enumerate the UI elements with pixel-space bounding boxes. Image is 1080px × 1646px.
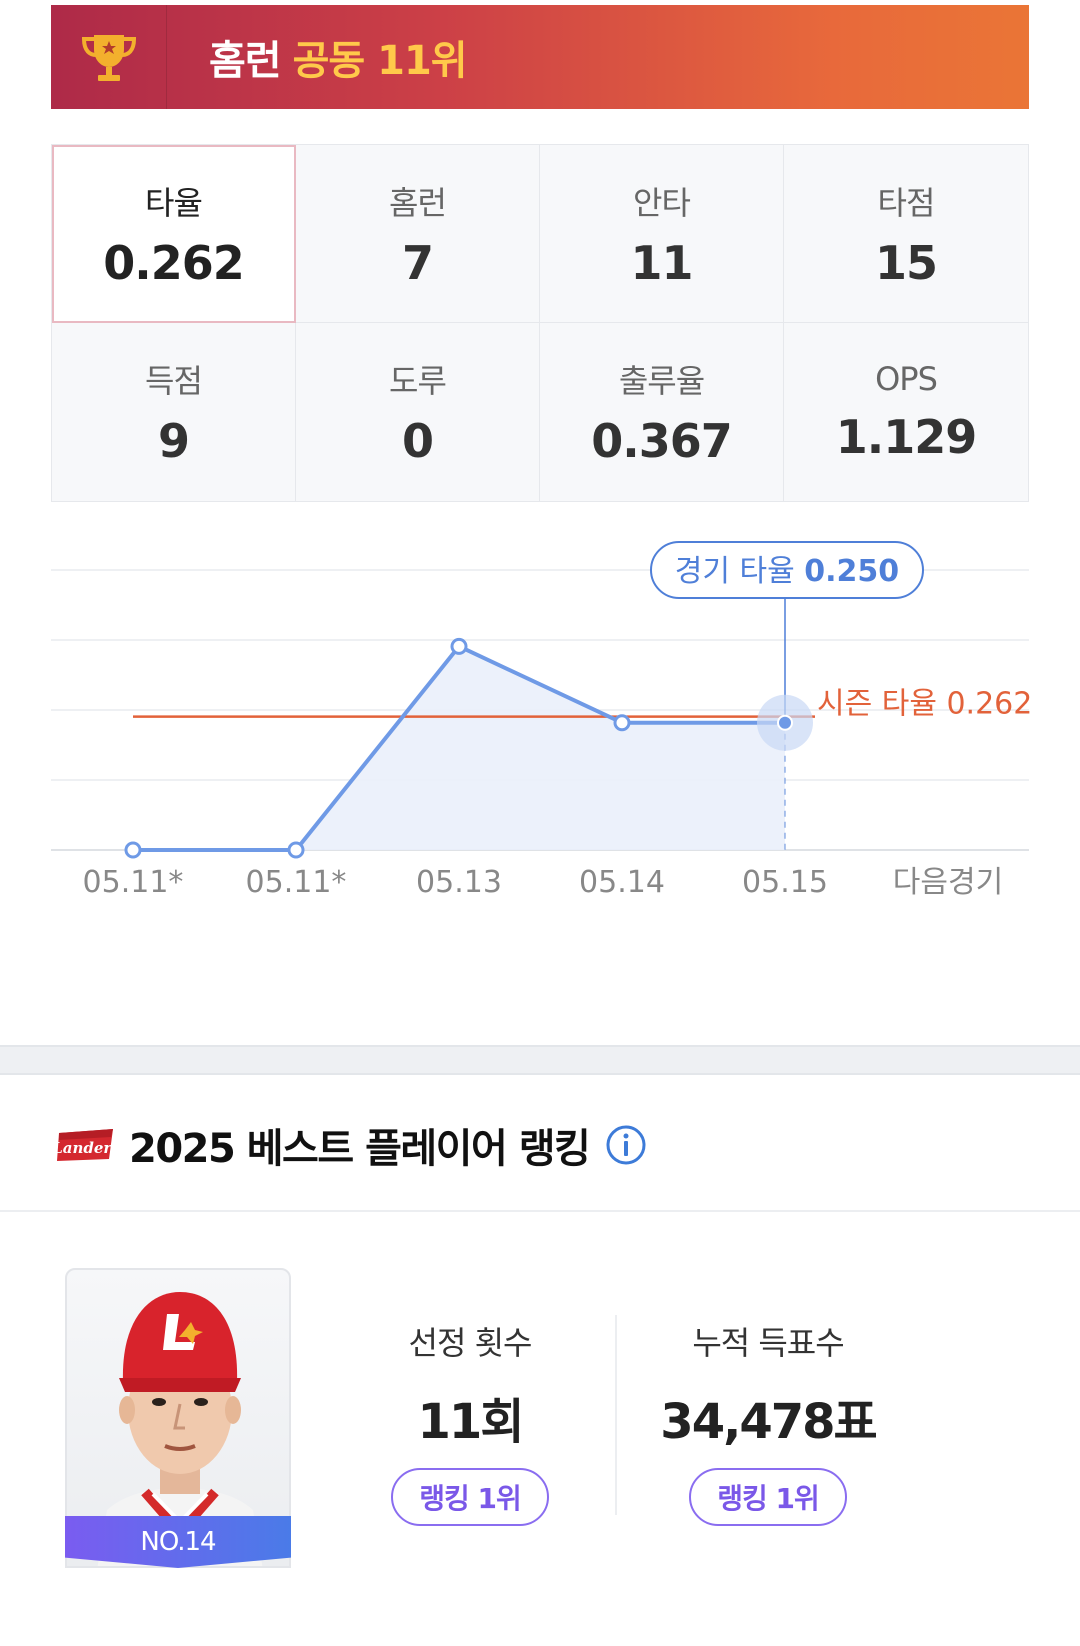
rank-badge[interactable]: 랭킹 1위 xyxy=(391,1468,549,1526)
banner-prefix: 홈런 xyxy=(209,38,282,84)
stat-value: 11 xyxy=(630,235,693,290)
stats-grid: 타율 0.262 홈런 7 안타 11 타점 15 득점 9 도루 0 출루율 … xyxy=(51,144,1029,502)
trophy-icon xyxy=(81,35,136,81)
player-card[interactable]: NO.14 xyxy=(65,1268,291,1568)
stat-label: 안타 xyxy=(633,183,691,222)
data-point xyxy=(450,637,468,655)
stat-value: 15 xyxy=(874,235,938,290)
x-tick-label: 05.14 xyxy=(579,865,665,900)
info-icon[interactable] xyxy=(605,1124,647,1166)
metric-label: 누적 득표수 xyxy=(692,1324,844,1362)
season-avg-label: 시즌 타율 0.262 xyxy=(817,687,1032,722)
stat-ops[interactable]: OPS 1.129 xyxy=(784,323,1028,501)
stat-value: 0 xyxy=(401,414,434,468)
stat-rbi[interactable]: 타점 15 xyxy=(784,145,1028,323)
metric-value: 11회 xyxy=(417,1394,525,1450)
stat-value: 7 xyxy=(401,235,434,290)
stat-label: 출루율 xyxy=(618,362,705,400)
stat-hits[interactable]: 안타 11 xyxy=(540,145,784,323)
stat-label: 타점 xyxy=(877,183,936,222)
metric-value: 34,478표 xyxy=(660,1394,877,1450)
stat-label: OPS xyxy=(875,360,938,398)
banner-title: 홈런 공동 11위 xyxy=(209,28,468,86)
series-area xyxy=(133,646,785,850)
stat-value: 0.367 xyxy=(591,414,733,468)
data-point xyxy=(777,714,793,731)
stat-value: 0.262 xyxy=(103,235,245,290)
tooltip-text: 경기 타율 0.250 xyxy=(675,554,899,589)
trophy-icon-box xyxy=(51,5,167,109)
metric-label: 선정 횟수 xyxy=(408,1324,533,1362)
batting-avg-chart: 경기 타율 0.250 시즌 타율 0.262 05.11* 05.11* 05.13 0… xyxy=(51,541,1032,900)
player-number: NO.14 xyxy=(65,1516,291,1568)
stat-runs[interactable]: 득점 9 xyxy=(52,323,296,501)
stat-value: 1.129 xyxy=(835,410,978,464)
stat-label: 득점 xyxy=(145,362,203,400)
stat-label: 타율 xyxy=(145,183,203,222)
x-tick-label: 05.13 xyxy=(416,865,502,900)
stat-value: 9 xyxy=(157,414,190,468)
data-point xyxy=(613,714,631,732)
rank-banner: 홈런 공동 11위 xyxy=(51,5,1029,109)
data-point xyxy=(124,841,142,859)
logo-wordmark: Landers xyxy=(55,1139,117,1157)
banner-highlight: 공동 11위 xyxy=(292,38,468,84)
stat-sb[interactable]: 도루 0 xyxy=(296,323,540,501)
x-tick-label: 05.11* xyxy=(83,865,184,900)
stat-hr[interactable]: 홈런 7 xyxy=(296,145,540,323)
ranking-header: Landers 2025 베스트 플레이어 랭킹 xyxy=(55,1105,647,1185)
stat-label: 홈런 xyxy=(389,183,447,222)
rank-badge[interactable]: 랭킹 1위 xyxy=(689,1468,847,1526)
x-tick-label: 다음경기 xyxy=(893,865,1003,900)
metric-separator xyxy=(615,1315,617,1515)
header-separator xyxy=(0,1210,1080,1212)
landers-logo: Landers xyxy=(55,1129,117,1161)
stat-obp[interactable]: 출루율 0.367 xyxy=(540,323,784,501)
metric-selection-count: 선정 횟수 11회 랭킹 1위 xyxy=(345,1318,595,1526)
stat-avg[interactable]: 타율 0.262 xyxy=(52,145,296,323)
x-tick-label: 05.15 xyxy=(742,865,828,900)
stat-label: 도루 xyxy=(389,362,447,400)
section-divider xyxy=(0,1045,1080,1075)
x-tick-label: 05.11* xyxy=(246,865,347,900)
data-point xyxy=(287,841,305,859)
ranking-title: 2025 베스트 플레이어 랭킹 xyxy=(129,1126,591,1172)
metric-total-votes: 누적 득표수 34,478표 랭킹 1위 xyxy=(643,1318,893,1526)
